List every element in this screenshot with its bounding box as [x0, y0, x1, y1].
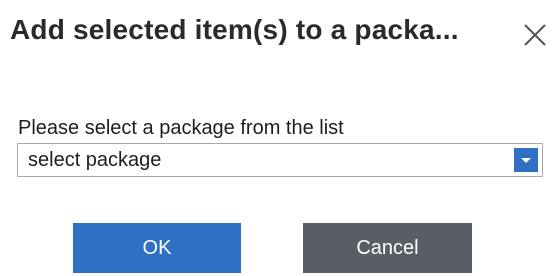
close-icon — [524, 24, 546, 46]
close-button[interactable] — [520, 20, 550, 50]
package-select-value: select package — [28, 149, 162, 171]
dropdown-button[interactable] — [514, 148, 538, 172]
ok-button[interactable]: OK — [73, 223, 241, 273]
chevron-down-icon — [521, 158, 531, 163]
package-select-label: Please select a package from the list — [18, 117, 344, 139]
cancel-button[interactable]: Cancel — [303, 223, 472, 273]
package-select[interactable]: select package — [17, 143, 543, 177]
dialog-title: Add selected item(s) to a packa... — [10, 14, 459, 45]
